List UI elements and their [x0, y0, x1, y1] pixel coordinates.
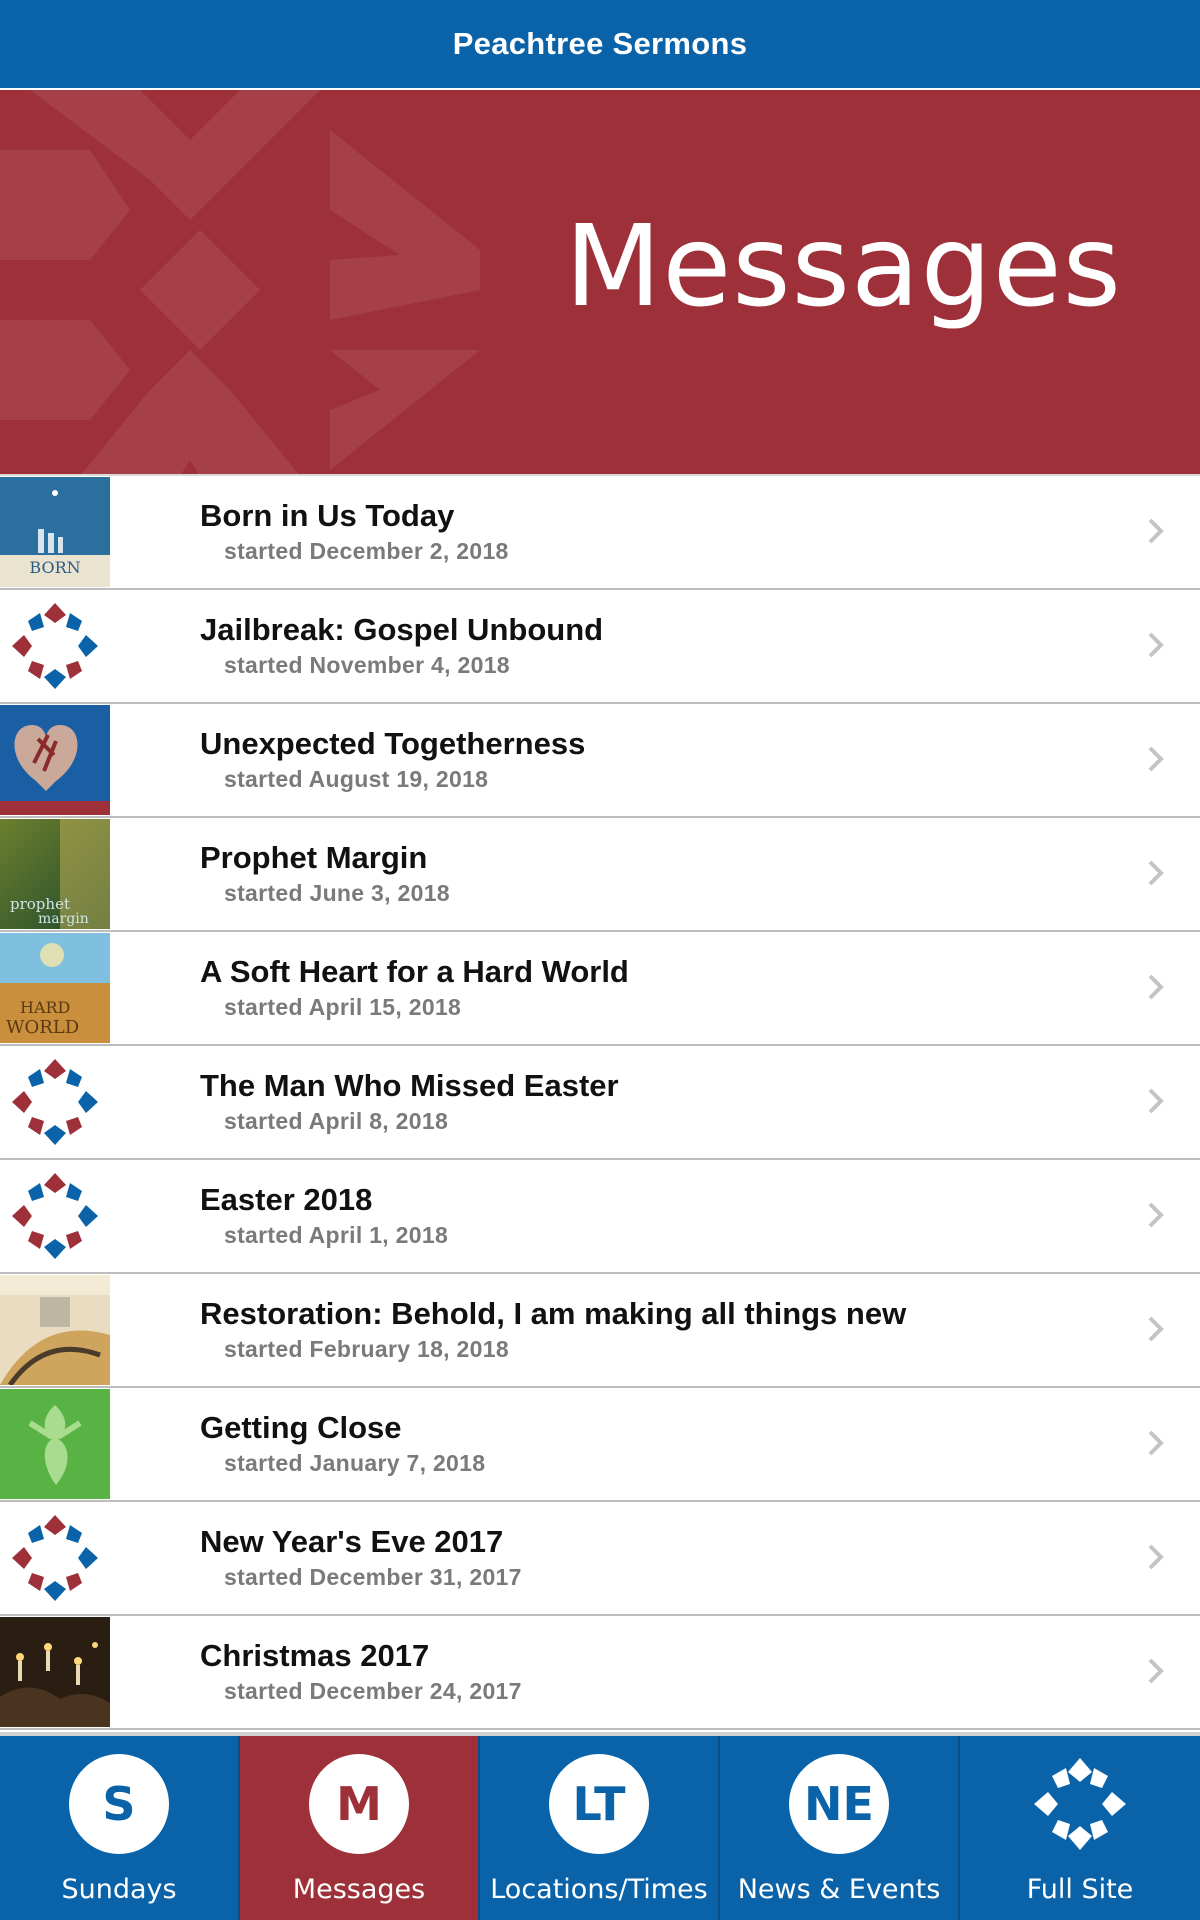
chevron-right-icon	[1148, 746, 1164, 772]
tab-initials-badge: S	[69, 1754, 169, 1854]
message-date: started April 15, 2018	[224, 994, 462, 1020]
church-logo-icon	[1034, 1758, 1126, 1850]
messages-hero-banner: Messages	[0, 90, 1200, 476]
message-title: Restoration: Behold, I am making all thi…	[200, 1296, 907, 1331]
chevron-right-icon	[1148, 1316, 1164, 1342]
list-item[interactable]: Unexpected Togetherness started August 1…	[0, 704, 1200, 818]
chevron-right-icon	[1148, 1088, 1164, 1114]
tab-messages[interactable]: M Messages	[240, 1736, 480, 1920]
list-item[interactable]: Restoration: Behold, I am making all thi…	[0, 1274, 1200, 1388]
church-logo-thumbnail	[0, 1161, 110, 1271]
tab-sundays[interactable]: S Sundays	[0, 1736, 240, 1920]
tab-label: Locations/Times	[490, 1874, 708, 1905]
tab-label: News & Events	[737, 1874, 941, 1905]
tab-initials-badge: NE	[789, 1754, 889, 1854]
message-date: started April 8, 2018	[224, 1108, 449, 1134]
tab-news-events[interactable]: NE News & Events	[720, 1736, 960, 1920]
message-date: started December 31, 2017	[224, 1564, 522, 1590]
message-title: Easter 2018	[200, 1182, 373, 1217]
chevron-right-icon	[1148, 518, 1164, 544]
message-date: started August 19, 2018	[224, 766, 489, 792]
church-logo-thumbnail	[0, 1503, 110, 1613]
app-title-bar: Peachtree Sermons	[0, 0, 1200, 90]
message-title: New Year's Eve 2017	[200, 1524, 504, 1559]
message-title: Jailbreak: Gospel Unbound	[200, 612, 604, 647]
message-title: A Soft Heart for a Hard World	[200, 954, 629, 989]
message-title: Christmas 2017	[200, 1638, 430, 1673]
message-title: The Man Who Missed Easter	[200, 1068, 619, 1103]
message-date: started June 3, 2018	[224, 880, 450, 906]
message-date: started December 2, 2018	[224, 538, 509, 564]
chevron-right-icon	[1148, 860, 1164, 886]
tab-initials-badge: LT	[549, 1754, 649, 1854]
tab-full-site[interactable]: Full Site	[960, 1736, 1200, 1920]
candles-artwork-thumbnail	[0, 1617, 110, 1727]
tab-label: Sundays	[61, 1874, 177, 1905]
list-item[interactable]: Getting Close started January 7, 2018	[0, 1388, 1200, 1502]
message-date: started April 1, 2018	[224, 1222, 449, 1248]
field-artwork-thumbnail: HARD WORLD	[0, 933, 110, 1043]
message-date: started November 4, 2018	[224, 652, 510, 678]
message-date: started January 7, 2018	[224, 1450, 486, 1476]
svg-text:BORN: BORN	[29, 558, 80, 577]
heart-artwork-thumbnail	[0, 705, 110, 815]
svg-text:WORLD: WORLD	[6, 1017, 79, 1038]
list-item[interactable]: Christmas 2017 started December 24, 2017	[0, 1616, 1200, 1730]
message-list: BORN Born in Us Today started December 2…	[0, 476, 1200, 1730]
chevron-right-icon	[1148, 1544, 1164, 1570]
tab-label: Messages	[292, 1874, 426, 1905]
message-date: started December 24, 2017	[224, 1678, 522, 1704]
svg-text:HARD: HARD	[20, 998, 70, 1017]
chevron-right-icon	[1148, 1202, 1164, 1228]
list-item[interactable]: BORN Born in Us Today started December 2…	[0, 476, 1200, 590]
tab-initials-badge: M	[309, 1754, 409, 1854]
prophet-artwork-thumbnail: prophet margin	[0, 819, 110, 929]
list-item[interactable]: Easter 2018 started April 1, 2018	[0, 1160, 1200, 1274]
message-title: Born in Us Today	[200, 498, 455, 533]
chevron-right-icon	[1148, 974, 1164, 1000]
list-item[interactable]: prophet margin Prophet Margin started Ju…	[0, 818, 1200, 932]
cross-watermark-icon	[0, 90, 480, 474]
message-date: started February 18, 2018	[224, 1336, 509, 1362]
list-item[interactable]: HARD WORLD A Soft Heart for a Hard World…	[0, 932, 1200, 1046]
list-item[interactable]: New Year's Eve 2017 started December 31,…	[0, 1502, 1200, 1616]
born-artwork-thumbnail: BORN	[0, 477, 110, 587]
restoration-artwork-thumbnail	[0, 1275, 110, 1385]
svg-text:margin: margin	[38, 911, 89, 927]
chevron-right-icon	[1148, 1658, 1164, 1684]
chevron-right-icon	[1148, 632, 1164, 658]
green-artwork-thumbnail	[0, 1389, 110, 1499]
tab-label: Full Site	[1026, 1874, 1134, 1905]
chevron-right-icon	[1148, 1430, 1164, 1456]
church-logo-thumbnail	[0, 1047, 110, 1157]
hero-title: Messages	[564, 202, 1122, 332]
tab-locations-times[interactable]: LT Locations/Times	[480, 1736, 720, 1920]
church-logo-thumbnail	[0, 591, 110, 701]
list-item[interactable]: The Man Who Missed Easter started April …	[0, 1046, 1200, 1160]
message-title: Getting Close	[200, 1410, 402, 1445]
list-item[interactable]: Jailbreak: Gospel Unbound started Novemb…	[0, 590, 1200, 704]
bottom-tab-bar: S Sundays M Messages LT Locations/Times …	[0, 1732, 1200, 1920]
message-title: Unexpected Togetherness	[200, 726, 586, 761]
message-title: Prophet Margin	[200, 840, 428, 875]
app-title: Peachtree Sermons	[452, 26, 748, 61]
